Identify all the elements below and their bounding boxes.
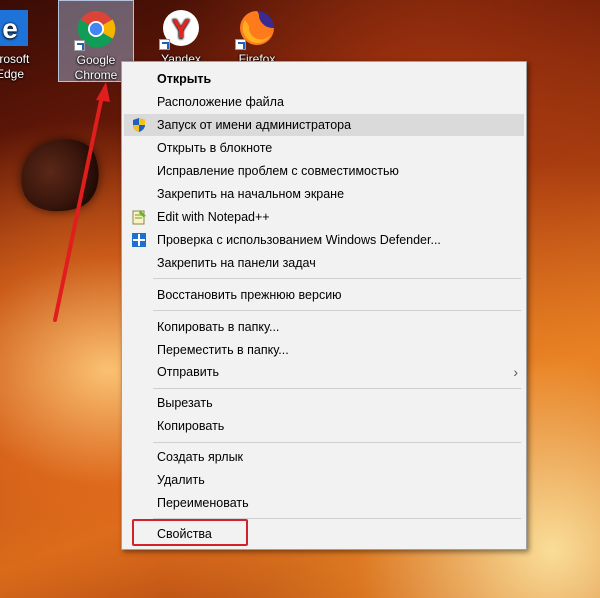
menu-separator: [153, 278, 521, 279]
menu-separator: [153, 310, 521, 311]
menu-item-create-shortcut[interactable]: Создать ярлык: [124, 446, 524, 468]
menu-item-rename[interactable]: Переименовать: [124, 492, 524, 514]
menu-item-open[interactable]: Открыть: [124, 68, 524, 90]
menu-item-troubleshoot-compat[interactable]: Исправление проблем с совместимостью: [124, 160, 524, 182]
annotation-highlight-box: [132, 519, 248, 546]
menu-item-copy-to-folder[interactable]: Копировать в папку...: [124, 316, 524, 338]
menu-item-delete[interactable]: Удалить: [124, 469, 524, 491]
menu-separator: [153, 442, 521, 443]
menu-item-copy[interactable]: Копировать: [124, 415, 524, 437]
notepad-plus-plus-icon: [131, 209, 147, 225]
menu-item-edit-notepadpp[interactable]: Edit with Notepad++: [124, 206, 524, 228]
context-menu: Открыть Расположение файла Запуск от име…: [121, 61, 527, 550]
menu-separator: [153, 388, 521, 389]
menu-item-pin-taskbar[interactable]: Закрепить на панели задач: [124, 252, 524, 274]
menu-item-file-location[interactable]: Расположение файла: [124, 91, 524, 113]
uac-shield-icon: [131, 117, 147, 133]
menu-item-send-to[interactable]: Отправить ›: [124, 361, 524, 383]
chevron-right-icon: ›: [513, 364, 518, 380]
menu-item-move-to-folder[interactable]: Переместить в папку...: [124, 339, 524, 361]
menu-item-pin-start[interactable]: Закрепить на начальном экране: [124, 183, 524, 205]
menu-item-defender-scan[interactable]: Проверка с использованием Windows Defend…: [124, 229, 524, 251]
menu-item-run-as-admin[interactable]: Запуск от имени администратора: [124, 114, 524, 136]
menu-item-open-notepad[interactable]: Открыть в блокноте: [124, 137, 524, 159]
menu-item-restore-version[interactable]: Восстановить прежнюю версию: [124, 284, 524, 306]
windows-defender-icon: [131, 232, 147, 248]
menu-item-cut[interactable]: Вырезать: [124, 392, 524, 414]
